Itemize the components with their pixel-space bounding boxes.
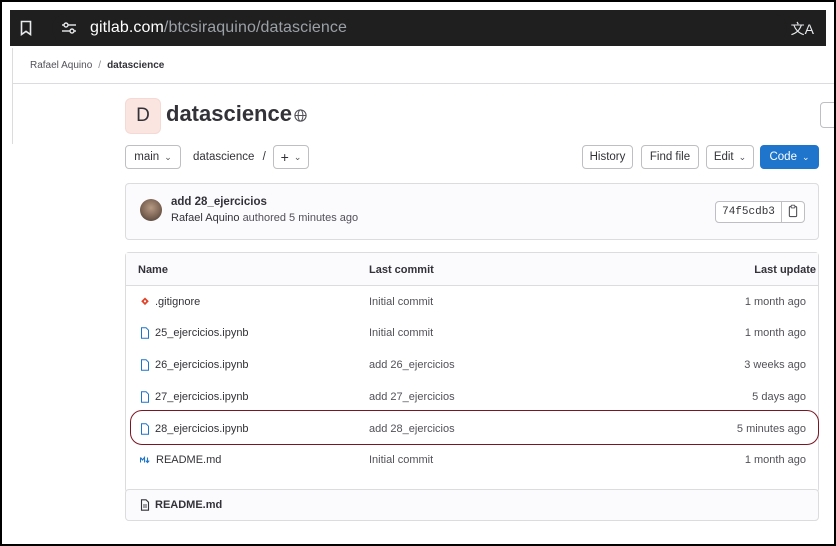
avatar[interactable] [140, 199, 162, 221]
file-name[interactable]: README.md [156, 454, 221, 466]
browser-toolbar: gitlab.com/btcsiraquino/datascience 文A [10, 10, 826, 46]
edit-label: Edit [713, 151, 734, 163]
globe-icon [294, 109, 307, 122]
markdown-icon [140, 455, 150, 464]
file-updated: 1 month ago [744, 296, 806, 308]
file-icon [141, 327, 149, 339]
file-updated: 3 weeks ago [744, 359, 806, 371]
copy-icon [788, 204, 798, 218]
file-name[interactable]: .gitignore [155, 296, 200, 308]
repo-path: datascience / [193, 151, 266, 163]
url-host: gitlab.com [90, 19, 164, 36]
breadcrumb-divider [12, 83, 834, 84]
url-path: /btcsiraquino/datascience [163, 19, 347, 36]
repo-path-root[interactable]: datascience [193, 151, 254, 163]
breadcrumb-owner[interactable]: Rafael Aquino [30, 60, 92, 71]
file-icon [141, 359, 149, 371]
screenshot-frame: gitlab.com/btcsiraquino/datascience 文A R… [0, 0, 836, 546]
chevron-down-icon: ⌄ [164, 151, 172, 162]
code-label: Code [769, 151, 797, 163]
table-row[interactable]: .gitignore Initial commit 1 month ago [126, 286, 818, 318]
file-commit[interactable]: add 27_ejercicios [369, 391, 455, 403]
page-title: datascience [166, 101, 292, 126]
add-file-dropdown[interactable]: + ⌄ [273, 145, 309, 169]
commit-author[interactable]: Rafael Aquino [171, 212, 240, 224]
edit-dropdown[interactable]: Edit ⌄ [706, 145, 754, 169]
chevron-down-icon: ⌄ [801, 151, 810, 162]
sidebar-edge [12, 48, 13, 144]
readme-title[interactable]: README.md [155, 499, 222, 511]
branch-selector[interactable]: main ⌄ [125, 145, 181, 169]
table-row[interactable]: 27_ejercicios.ipynb add 27_ejercicios 5 … [126, 381, 818, 413]
breadcrumb-separator: / [98, 60, 102, 71]
file-name[interactable]: 26_ejercicios.ipynb [155, 359, 249, 371]
commit-sha[interactable]: 74f5cdb3 [715, 201, 782, 223]
branch-label: main [134, 151, 160, 163]
highlight-outline [130, 410, 819, 445]
project-avatar: D [125, 98, 161, 134]
address-bar[interactable]: gitlab.com/btcsiraquino/datascience [52, 14, 787, 42]
file-name-cell[interactable]: README.md [140, 454, 221, 466]
copy-sha-button[interactable] [781, 201, 805, 223]
history-label: History [589, 151, 626, 163]
file-commit[interactable]: Initial commit [369, 296, 433, 308]
readme-panel: README.md [125, 489, 819, 521]
commit-time: authored 5 minutes ago [242, 212, 359, 224]
table-row[interactable]: README.md Initial commit 1 month ago [126, 444, 818, 476]
file-name-cell[interactable]: 25_ejercicios.ipynb [140, 327, 249, 339]
file-name[interactable]: 25_ejercicios.ipynb [155, 327, 249, 339]
table-header: Name Last commit Last update [126, 253, 818, 286]
site-settings-icon[interactable] [62, 22, 76, 34]
file-icon [141, 391, 149, 403]
url-text: gitlab.com/btcsiraquino/datascience [90, 19, 347, 37]
git-icon [141, 297, 149, 306]
document-icon [140, 499, 150, 511]
last-commit-panel: add 28_ejercicios Rafael Aquino authored… [125, 183, 819, 240]
commit-author-line: Rafael Aquino authored 5 minutes ago [171, 212, 358, 224]
breadcrumb: Rafael Aquino / datascience [30, 60, 164, 71]
code-dropdown[interactable]: Code ⌄ [760, 145, 819, 169]
file-updated: 1 month ago [744, 454, 806, 466]
history-button[interactable]: History [582, 145, 633, 169]
file-commit[interactable]: Initial commit [369, 327, 433, 339]
bookmark-icon[interactable] [20, 20, 32, 36]
readme-header: README.md [140, 499, 222, 511]
table-row[interactable]: 26_ejercicios.ipynb add 26_ejercicios 3 … [126, 349, 818, 381]
gitlab-page: Rafael Aquino / datascience D datascience … [12, 48, 834, 544]
file-commit[interactable]: Initial commit [369, 454, 433, 466]
header-name: Name [138, 264, 168, 276]
file-commit[interactable]: add 26_ejercicios [369, 359, 455, 371]
find-file-button[interactable]: Find file [641, 145, 699, 169]
file-name[interactable]: 27_ejercicios.ipynb [155, 391, 249, 403]
plus-icon: + [280, 149, 289, 165]
translate-icon[interactable]: 文A [791, 19, 814, 39]
file-name-cell[interactable]: 27_ejercicios.ipynb [140, 391, 249, 403]
file-table: Name Last commit Last update .gitignore … [125, 252, 819, 493]
header-last-update: Last update [754, 264, 816, 276]
file-name-cell[interactable]: .gitignore [140, 296, 200, 308]
chevron-down-icon: ⌄ [738, 151, 747, 162]
repo-path-separator: / [262, 151, 266, 163]
project-actions-button[interactable] [820, 102, 834, 128]
file-updated: 1 month ago [744, 327, 806, 339]
find-file-label: Find file [649, 151, 691, 163]
file-name-cell[interactable]: 26_ejercicios.ipynb [140, 359, 249, 371]
table-row[interactable]: 25_ejercicios.ipynb Initial commit 1 mon… [126, 317, 818, 349]
breadcrumb-project[interactable]: datascience [107, 60, 164, 71]
header-last-commit: Last commit [369, 264, 434, 276]
commit-message[interactable]: add 28_ejercicios [171, 196, 267, 208]
chevron-down-icon: ⌄ [293, 151, 302, 162]
file-updated: 5 days ago [752, 391, 806, 403]
